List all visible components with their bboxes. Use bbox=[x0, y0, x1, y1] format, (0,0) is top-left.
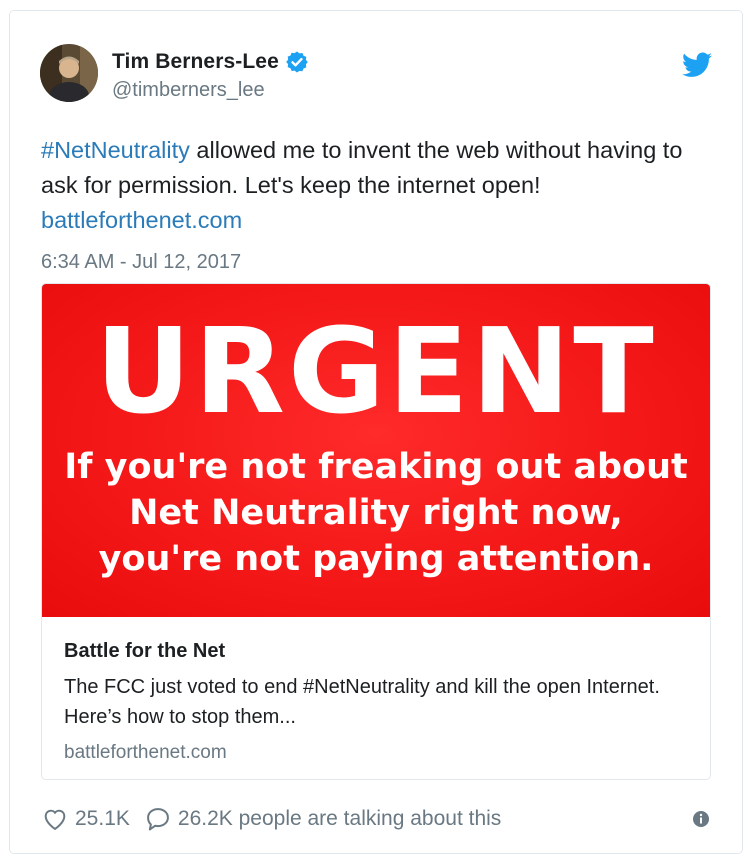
author-name[interactable]: Tim Berners-Lee bbox=[112, 50, 279, 74]
hashtag-link[interactable]: #NetNeutrality bbox=[41, 137, 190, 163]
avatar-image bbox=[40, 44, 98, 102]
tweet-url-link[interactable]: battleforthenet.com bbox=[41, 207, 242, 233]
heart-icon bbox=[44, 809, 66, 831]
card-domain: battleforthenet.com bbox=[64, 742, 227, 763]
tweet-timestamp[interactable]: 6:34 AM - Jul 12, 2017 bbox=[41, 251, 241, 274]
tweet-header: Tim Berners-Lee @timberners_lee bbox=[40, 44, 712, 104]
card-description: The FCC just voted to end #NetNeutrality… bbox=[64, 676, 660, 728]
twitter-bird-icon[interactable] bbox=[682, 52, 712, 78]
like-count: 25.1K bbox=[75, 807, 130, 830]
card-image-headline: URGENT bbox=[95, 302, 657, 440]
card-image-line: you're not paying attention. bbox=[98, 539, 654, 579]
card-image[interactable]: URGENT If you're not freaking out about … bbox=[42, 284, 710, 617]
tweet-footer: 25.1K 26.2K people are talking about thi… bbox=[41, 804, 712, 834]
card-title: Battle for the Net bbox=[64, 640, 226, 662]
verified-badge-icon bbox=[286, 51, 308, 73]
card-body: Battle for the Net The FCC just voted to… bbox=[42, 617, 710, 764]
talking-count: 26.2K people are talking about this bbox=[177, 807, 502, 830]
author-name-row[interactable]: Tim Berners-Lee bbox=[112, 49, 309, 75]
speech-bubble-icon bbox=[146, 808, 169, 831]
card-image-line: If you're not freaking out about bbox=[64, 447, 688, 487]
like-button[interactable]: 25.1K bbox=[41, 805, 130, 833]
card-image-subline: If you're not freaking out about Net Neu… bbox=[42, 444, 710, 582]
author-info: Tim Berners-Lee @timberners_lee bbox=[112, 49, 309, 102]
tweet-card: Tim Berners-Lee @timberners_lee #NetNeut… bbox=[9, 10, 743, 854]
avatar[interactable] bbox=[40, 44, 98, 102]
card-image-line: Net Neutrality right now, bbox=[129, 493, 623, 533]
info-icon[interactable] bbox=[692, 810, 710, 828]
reply-button[interactable]: 26.2K people are talking about this bbox=[144, 805, 501, 833]
tweet-text: #NetNeutrality allowed me to invent the … bbox=[41, 133, 721, 238]
link-preview-card[interactable]: URGENT If you're not freaking out about … bbox=[41, 283, 711, 780]
author-handle[interactable]: @timberners_lee bbox=[112, 79, 265, 102]
